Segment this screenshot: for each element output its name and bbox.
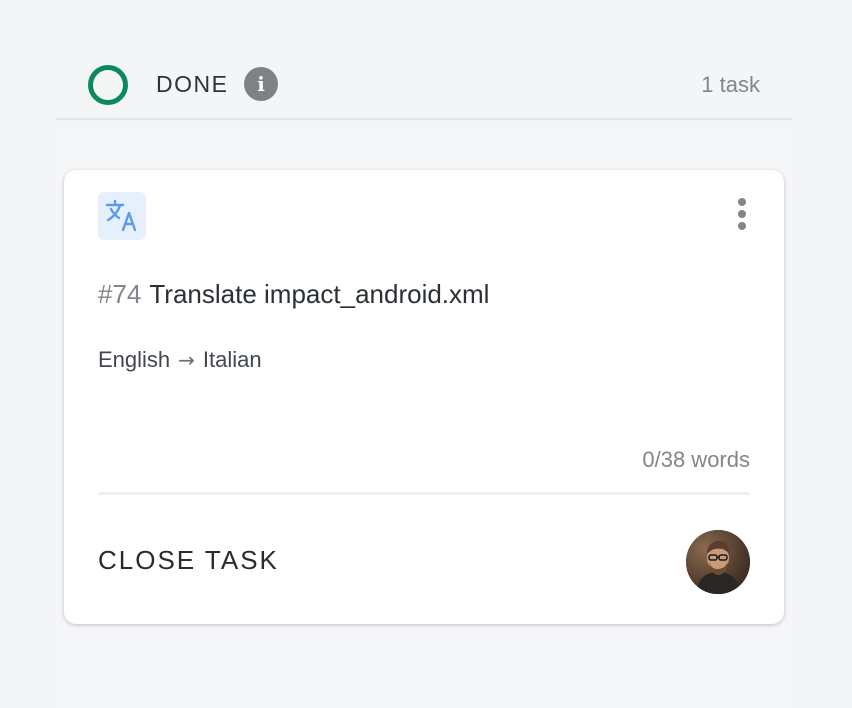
task-number: #74 bbox=[98, 279, 142, 309]
more-vertical-icon[interactable] bbox=[732, 198, 752, 236]
task-title[interactable]: #74 Translate impact_android.xml bbox=[98, 278, 489, 310]
assignee-avatar[interactable] bbox=[686, 530, 750, 594]
card-divider bbox=[98, 492, 750, 495]
column-title: DONE bbox=[156, 71, 229, 97]
task-card[interactable]: #74 Translate impact_android.xml English →… bbox=[64, 170, 784, 624]
target-language: Italian bbox=[202, 347, 262, 372]
translate-icon bbox=[98, 192, 146, 240]
task-count: 1 task bbox=[701, 72, 760, 97]
language-pair: English → Italian bbox=[98, 346, 262, 374]
task-name: Translate impact_android.xml bbox=[149, 279, 490, 309]
done-status-icon bbox=[88, 65, 128, 105]
info-icon[interactable]: i bbox=[244, 67, 278, 101]
arrow-right-icon: → bbox=[178, 348, 195, 372]
close-task-button[interactable]: CLOSE TASK bbox=[98, 544, 279, 576]
source-language: English bbox=[98, 347, 171, 372]
column-header: DONE i 1 task bbox=[56, 60, 792, 120]
word-progress: 0/38 words bbox=[642, 447, 750, 472]
